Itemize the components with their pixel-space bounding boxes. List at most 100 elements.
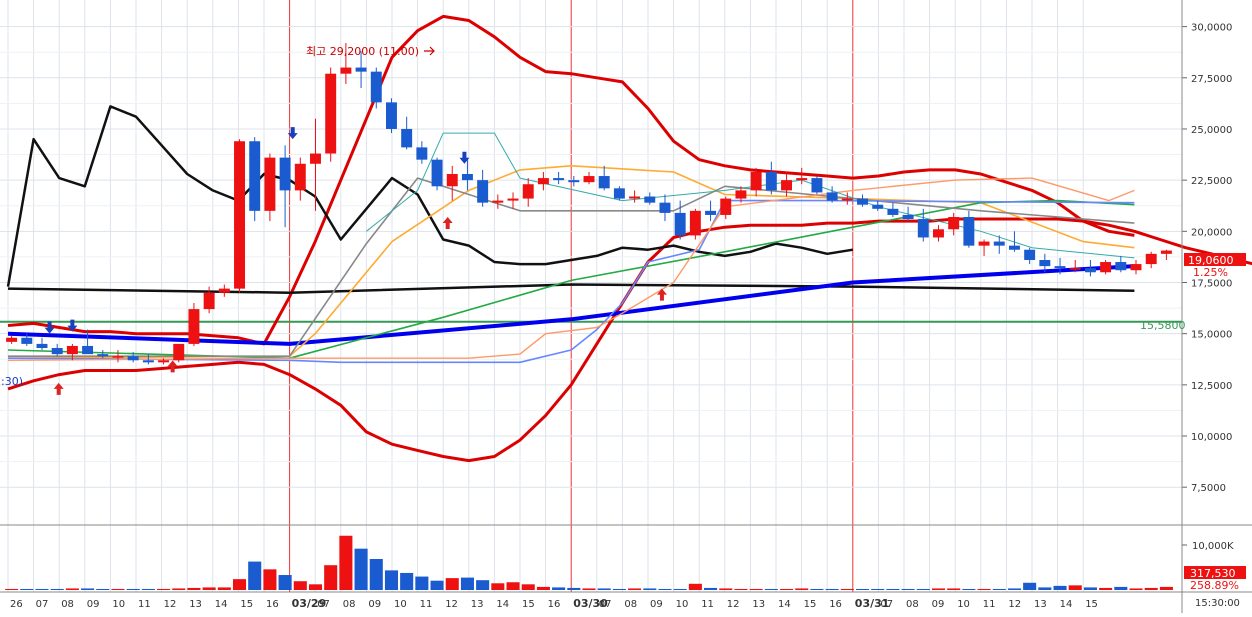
candle-body	[613, 188, 625, 199]
candle-body	[553, 178, 565, 181]
time-tick-label: 13	[752, 599, 765, 610]
volume-percent-text: 258.89%	[1190, 579, 1239, 592]
candle-body	[340, 67, 352, 74]
time-tick-label: 14	[496, 599, 509, 610]
chart-canvas[interactable]: 26 07 08 09 10 11 12 13 14 15 16 03/2907 08 09 10 11 12 1…	[0, 0, 1252, 613]
candle-body	[826, 192, 838, 201]
volume-bar	[445, 578, 459, 590]
level-label: 15,5800	[1140, 319, 1186, 332]
volume-bar	[324, 565, 338, 590]
volume-bar	[643, 588, 657, 590]
candle-body	[1084, 268, 1096, 273]
candle-body	[446, 174, 458, 187]
volume-bar	[582, 588, 596, 590]
candle-body	[401, 128, 413, 148]
candle-body	[765, 171, 777, 191]
candle-body	[781, 180, 793, 191]
candle-body	[705, 210, 717, 215]
volume-bar	[764, 588, 778, 590]
volume-bar	[992, 588, 1006, 590]
candle-body	[537, 178, 549, 185]
volume-bar	[65, 588, 79, 590]
volume-bar	[50, 588, 64, 590]
candle-body	[872, 204, 884, 209]
candle-body	[1054, 266, 1066, 269]
volume-bar	[476, 580, 490, 590]
candle-body	[1130, 264, 1142, 271]
candle-body	[36, 343, 48, 348]
volume-bar	[855, 588, 870, 590]
price-tick-label: 27,5000	[1191, 74, 1232, 85]
partial-left-label: :30)	[1, 375, 23, 388]
time-tick-label: 07	[317, 599, 330, 610]
candle-body	[933, 229, 944, 238]
volume-bar	[719, 588, 733, 590]
candle-body	[477, 180, 489, 203]
candle-body	[492, 200, 504, 203]
volume-bar	[658, 588, 672, 590]
candle-body	[385, 102, 397, 129]
volume-bar	[1023, 582, 1037, 590]
volume-bar	[400, 572, 414, 590]
stock-chart[interactable]: 26 07 08 09 10 11 12 13 14 15 16 03/29 07 08 09 10 11 12 1…	[0, 0, 1252, 613]
volume-bar	[308, 584, 323, 590]
time-tick-label: 10	[676, 599, 689, 610]
volume-bar	[278, 575, 292, 590]
volume-bar	[339, 535, 353, 590]
volume-bar	[597, 588, 611, 590]
time-tick-label: 08	[61, 599, 74, 610]
price-tick-label: 20,0000	[1191, 227, 1232, 238]
volume-bar	[704, 587, 718, 590]
candle-body	[568, 180, 580, 183]
candle-body	[82, 345, 94, 355]
volume-bar	[217, 587, 231, 590]
candle-body	[948, 216, 960, 230]
time-tick-label: 09	[368, 599, 381, 610]
price-tick-label: 30,0000	[1191, 23, 1232, 34]
candle-body	[507, 198, 519, 201]
volume-bar	[1007, 588, 1021, 590]
volume-bar	[1129, 588, 1143, 590]
time-tick-label: 12	[164, 599, 177, 610]
time-tick-label: 15	[522, 599, 535, 610]
candle-body	[461, 174, 473, 181]
time-tick-label: 16	[266, 599, 279, 610]
volume-bar	[491, 583, 505, 590]
candle-body	[234, 141, 245, 289]
candle-body	[416, 147, 428, 160]
time-tick-label: 15	[804, 599, 817, 610]
time-tick-label: 15	[1085, 599, 1098, 610]
candle-body	[887, 208, 899, 215]
time-axis-end-label: 15:30:00	[1195, 598, 1240, 609]
volume-bar	[96, 588, 110, 590]
volume-bar	[111, 588, 125, 590]
volume-bar	[962, 588, 976, 590]
candle-body	[796, 178, 808, 181]
candle-body	[644, 196, 656, 203]
volume-bar	[35, 588, 49, 590]
volume-bar	[172, 588, 186, 590]
volume-bar	[552, 587, 566, 590]
time-tick-label: 13	[189, 599, 202, 610]
candle-body	[355, 67, 367, 72]
candle-body	[750, 171, 762, 191]
candle-body	[264, 157, 276, 211]
volume-bar	[248, 561, 262, 590]
volume-bar	[886, 588, 900, 590]
candle-body	[249, 141, 261, 211]
time-tick-label: 11	[701, 599, 714, 610]
candle-body	[203, 292, 215, 310]
volume-bar	[157, 588, 171, 590]
volume-bar	[460, 577, 474, 590]
candle-body	[598, 176, 610, 189]
candle-body	[325, 73, 337, 154]
volume-bar	[688, 583, 702, 590]
candle-body	[218, 288, 230, 293]
volume-bar	[612, 588, 626, 590]
candle-body	[735, 190, 747, 199]
volume-bar	[810, 588, 824, 590]
time-tick-label: 10	[112, 599, 125, 610]
volume-bar	[977, 588, 991, 590]
candle-body	[811, 178, 823, 193]
candle-body	[917, 219, 929, 238]
